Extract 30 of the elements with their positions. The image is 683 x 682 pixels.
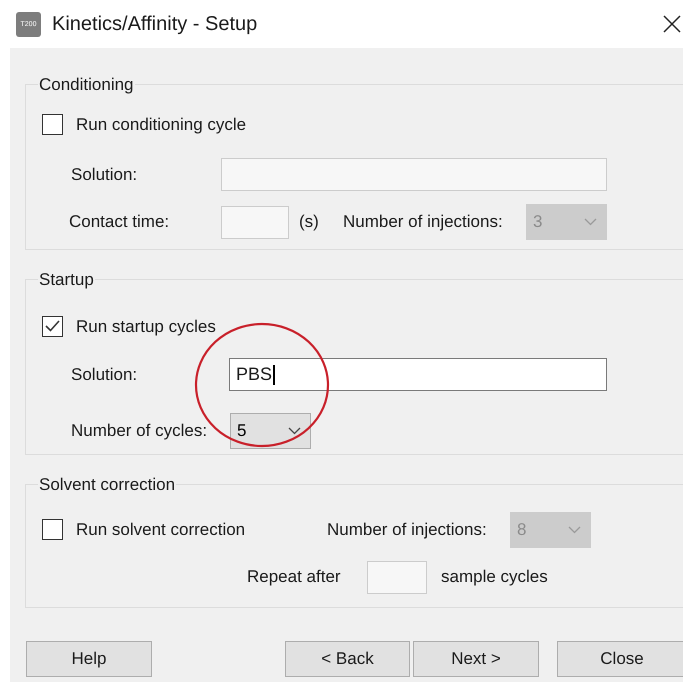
chevron-down-icon <box>584 218 597 226</box>
field-label: Solution: <box>71 164 138 186</box>
dialog-button[interactable]: Next > <box>413 641 539 677</box>
group-title: Solvent correction <box>38 474 176 496</box>
field-label: Number of injections: <box>343 211 504 234</box>
group-title: Conditioning <box>38 74 135 96</box>
chevron-down-icon <box>568 526 581 534</box>
close-icon[interactable] <box>663 15 681 33</box>
text-field[interactable]: PBS <box>229 358 607 391</box>
field-label: Number of injections: <box>327 518 488 541</box>
group-title: Startup <box>38 269 95 291</box>
checkbox[interactable] <box>42 114 63 135</box>
checkbox-label[interactable]: Run conditioning cycle <box>76 112 246 137</box>
field-label: Solution: <box>71 364 138 386</box>
checkbox-label[interactable]: Run startup cycles <box>76 314 216 339</box>
chevron-down-icon <box>288 427 301 435</box>
checkbox[interactable] <box>42 316 63 337</box>
field-label: Number of cycles: <box>71 420 208 442</box>
dialog-button[interactable]: Help <box>26 641 152 677</box>
checkbox[interactable] <box>42 519 63 540</box>
check-icon <box>45 320 60 332</box>
field-label: Repeat after <box>247 566 342 588</box>
checkbox-label[interactable]: Run solvent correction <box>76 516 246 542</box>
field-label: Contact time: <box>69 211 170 234</box>
unit-label: sample cycles <box>441 566 548 588</box>
dialog-button[interactable]: < Back <box>285 641 410 677</box>
unit-label: (s) <box>299 211 320 234</box>
dialog-button[interactable]: Close <box>557 641 683 677</box>
dropdown[interactable]: 5 <box>230 413 311 449</box>
window-title: Kinetics/Affinity - Setup <box>52 12 258 37</box>
